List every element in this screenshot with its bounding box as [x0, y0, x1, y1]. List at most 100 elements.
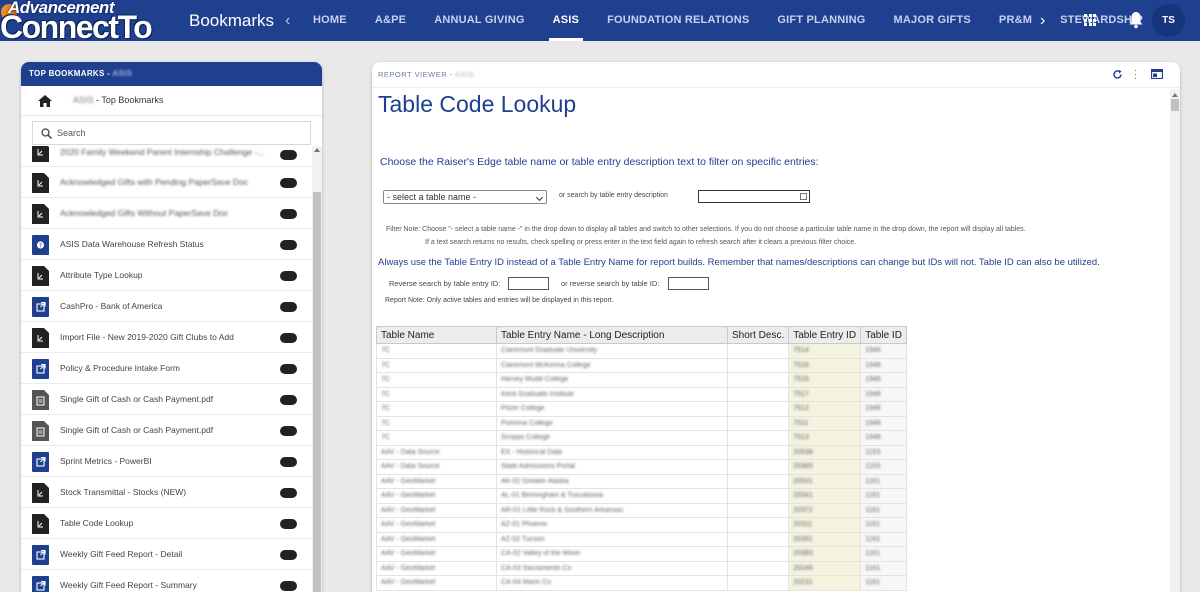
table-cell: AAV - GeoMarket — [376, 531, 497, 547]
app-logo[interactable]: Advancement ConnectTo — [0, 0, 178, 45]
bookmark-menu-toggle[interactable] — [280, 330, 297, 343]
bookmark-menu-toggle[interactable] — [280, 392, 297, 405]
report-scrollbar[interactable] — [1170, 89, 1180, 592]
table-cell: 7513 — [788, 430, 862, 446]
filter-note-line2: If a text search returns no results, che… — [425, 239, 857, 246]
table-cell-value: 7512 — [793, 405, 809, 413]
table-cell — [726, 444, 790, 460]
description-search-input[interactable] — [698, 190, 810, 203]
table-cell: 1161 — [860, 502, 907, 518]
column-header[interactable]: Table Name — [376, 326, 497, 344]
table-cell — [726, 459, 790, 475]
bookmark-list-scrollbar[interactable] — [312, 146, 322, 592]
table-cell: 1161 — [860, 531, 907, 547]
table-cell-value: 7C — [381, 405, 390, 413]
bookmarks-panel-title: TOP BOOKMARKS - — [29, 69, 113, 78]
scroll-up-arrow[interactable] — [1172, 93, 1178, 97]
bookmark-item[interactable]: 2020 Family Weekend Parent Internship Ch… — [21, 146, 312, 167]
table-cell: 1946 — [860, 386, 907, 402]
scrollbar-thumb[interactable] — [1171, 99, 1179, 111]
bookmark-item[interactable]: Weekly Gift Feed Report - Summary — [21, 570, 312, 592]
table-cell-value: AAV - GeoMarket — [381, 521, 436, 529]
table-cell-value: AAV - GeoMarket — [381, 579, 436, 587]
tab-home[interactable]: HOME — [299, 0, 361, 41]
table-cell-value: AK-02 Greater Alaska — [501, 477, 569, 485]
table-cell: 1161 — [860, 546, 907, 562]
apps-grid-icon[interactable] — [1084, 14, 1096, 26]
table-cell: 20391 — [788, 531, 862, 547]
bookmark-menu-toggle[interactable] — [280, 237, 297, 250]
table-cell: 20365 — [788, 459, 862, 475]
home-icon[interactable] — [38, 95, 52, 107]
scrollbar-thumb[interactable] — [313, 192, 321, 592]
table-cell: AL-01 Birmingham & Tuscaloosa — [496, 488, 728, 504]
bookmark-menu-toggle[interactable] — [280, 268, 297, 281]
nav-next-button[interactable]: › — [1040, 12, 1045, 30]
column-header[interactable]: Table Entry Name - Long Description — [496, 326, 728, 344]
bookmark-menu-toggle[interactable] — [280, 454, 297, 467]
column-header[interactable]: Table Entry ID — [788, 326, 862, 344]
table-cell-value: 1153 — [865, 463, 881, 471]
bookmark-menu-toggle[interactable] — [280, 578, 297, 591]
bookmark-menu-toggle[interactable] — [280, 547, 297, 560]
refresh-icon[interactable] — [1112, 69, 1123, 80]
bookmark-menu-toggle[interactable] — [280, 485, 297, 498]
table-cell: 1161 — [860, 560, 907, 576]
bookmark-item[interactable]: Import File - New 2019-2020 Gift Clubs t… — [21, 322, 312, 353]
bookmark-menu-toggle[interactable] — [280, 516, 297, 529]
bookmark-menu-toggle[interactable] — [280, 206, 297, 219]
bookmark-item[interactable]: Single Gift of Cash or Cash Payment.pdf — [21, 415, 312, 446]
table-cell: AAV - GeoMarket — [376, 560, 497, 576]
input-clear-icon[interactable] — [800, 193, 807, 200]
tab-major-gifts[interactable]: MAJOR GIFTS — [880, 0, 985, 41]
nav-prev-button[interactable]: ‹ — [285, 12, 290, 30]
table-name-select[interactable]: - select a table name - — [383, 190, 547, 204]
table-cell — [726, 546, 790, 562]
column-header[interactable]: Short Desc. — [726, 326, 790, 344]
pdf-document-icon — [32, 390, 49, 410]
bookmark-item[interactable]: Attribute Type Lookup — [21, 260, 312, 291]
user-avatar[interactable]: TS — [1152, 4, 1185, 37]
tab-pr-m[interactable]: PR&M — [985, 0, 1046, 41]
bookmark-item[interactable]: Weekly Gift Feed Report - Detail — [21, 539, 312, 570]
bookmark-item[interactable]: Stock Transmittal - Stocks (NEW) — [21, 477, 312, 508]
reverse-table-id-input[interactable] — [668, 277, 709, 290]
bookmark-item[interactable]: Sprint Metrics - PowerBI — [21, 446, 312, 477]
bookmark-label: Sprint Metrics - PowerBI — [60, 456, 152, 466]
report-viewer-panel: REPORT VIEWER - ASIS · · · Table Code Look… — [372, 62, 1180, 592]
tab-asis[interactable]: ASIS — [539, 0, 593, 41]
tab-a-pe[interactable]: A&PE — [361, 0, 420, 41]
pdf-document-icon — [32, 421, 49, 441]
bookmark-label: Import File - New 2019-2020 Gift Clubs t… — [60, 332, 234, 342]
table-cell-value: 20341 — [793, 492, 813, 500]
bookmark-menu-toggle[interactable] — [280, 361, 297, 374]
table-cell-value: AAV - GeoMarket — [381, 550, 436, 558]
bookmark-item[interactable]: ? ASIS Data Warehouse Refresh Status — [21, 229, 312, 260]
help-document-icon: ? — [32, 235, 49, 255]
scroll-up-arrow[interactable] — [314, 148, 320, 152]
window-layout-icon[interactable] — [1151, 69, 1163, 79]
table-cell-value: Pitzer College — [501, 405, 545, 413]
search-input[interactable] — [57, 125, 297, 141]
bookmark-item[interactable]: Acknowledged Gifts with Pending PaperSav… — [21, 167, 312, 198]
bookmark-menu-toggle[interactable] — [280, 299, 297, 312]
bookmark-menu-toggle[interactable] — [280, 175, 297, 188]
table-cell: Scripps College — [496, 430, 728, 446]
tab-gift-planning[interactable]: GIFT PLANNING — [763, 0, 879, 41]
bell-icon[interactable] — [1128, 11, 1144, 29]
tab-annual-giving[interactable]: ANNUAL GIVING — [420, 0, 538, 41]
bookmark-label: Weekly Gift Feed Report - Detail — [60, 549, 183, 559]
bookmark-menu-toggle[interactable] — [280, 423, 297, 436]
bookmark-menu-toggle[interactable] — [280, 147, 297, 160]
bookmark-item[interactable]: Table Code Lookup — [21, 508, 312, 539]
tab-foundation-relations[interactable]: FOUNDATION RELATIONS — [593, 0, 763, 41]
bookmark-item[interactable]: Acknowledged Gifts Without PaperSave Doc — [21, 198, 312, 229]
reverse-entry-id-input[interactable] — [508, 277, 549, 290]
column-header[interactable]: Table ID — [860, 326, 907, 344]
bookmark-item[interactable]: Policy & Procedure Intake Form — [21, 353, 312, 384]
bookmark-item[interactable]: CashPro - Bank of America — [21, 291, 312, 322]
table-cell-value: 20311 — [793, 521, 813, 529]
table-cell-value: 7513 — [793, 434, 809, 442]
more-options-icon[interactable]: · · · — [1134, 66, 1137, 83]
bookmark-item[interactable]: Single Gift of Cash or Cash Payment.pdf — [21, 384, 312, 415]
